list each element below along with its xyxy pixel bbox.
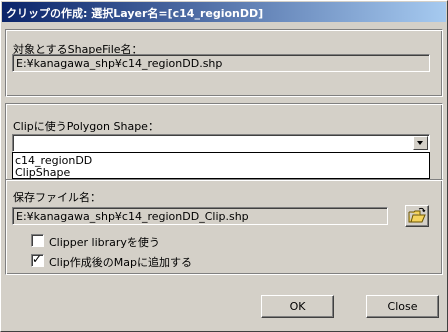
save-file-field[interactable]: E:¥kanagawa_shp¥c14_regionDD_Clip.shp xyxy=(12,207,388,225)
clipper-library-checkbox[interactable] xyxy=(31,234,44,247)
ok-button[interactable]: OK xyxy=(261,295,334,318)
window-title: クリップの作成: 選択Layer名=[c14_regionDD] xyxy=(6,7,264,20)
browse-folder-button[interactable] xyxy=(405,205,429,227)
save-file-value: E:¥kanagawa_shp¥c14_regionDD_Clip.shp xyxy=(16,210,249,223)
clip-dialog-window: クリップの作成: 選択Layer名=[c14_regionDD] 対象とするSh… xyxy=(0,0,448,332)
clip-polygon-dropdown-list: c14_regionDD ClipShape xyxy=(12,152,430,179)
target-shape-value: E:¥kanagawa_shp¥c14_regionDD.shp xyxy=(16,57,223,70)
dropdown-button[interactable] xyxy=(413,136,428,150)
open-folder-icon xyxy=(408,207,426,223)
clipper-library-label[interactable]: Clipper libraryを使う xyxy=(49,234,160,250)
clip-polygon-select[interactable] xyxy=(12,134,430,152)
target-shape-field: E:¥kanagawa_shp¥c14_regionDD.shp xyxy=(12,54,430,72)
chevron-down-icon xyxy=(417,141,423,145)
checkmark-icon: ✓ xyxy=(32,252,43,266)
clip-polygon-label: Clipに使うPolygon Shape： xyxy=(13,120,159,133)
save-file-label: 保存ファイル名： xyxy=(13,191,101,204)
dropdown-option-clipshape[interactable]: ClipShape xyxy=(15,166,70,179)
add-to-map-label[interactable]: Clip作成後のMapに追加する xyxy=(49,254,192,270)
add-to-map-checkbox[interactable]: ✓ xyxy=(31,252,44,267)
title-bar[interactable]: クリップの作成: 選択Layer名=[c14_regionDD] xyxy=(2,2,446,22)
close-button[interactable]: Close xyxy=(366,295,439,318)
